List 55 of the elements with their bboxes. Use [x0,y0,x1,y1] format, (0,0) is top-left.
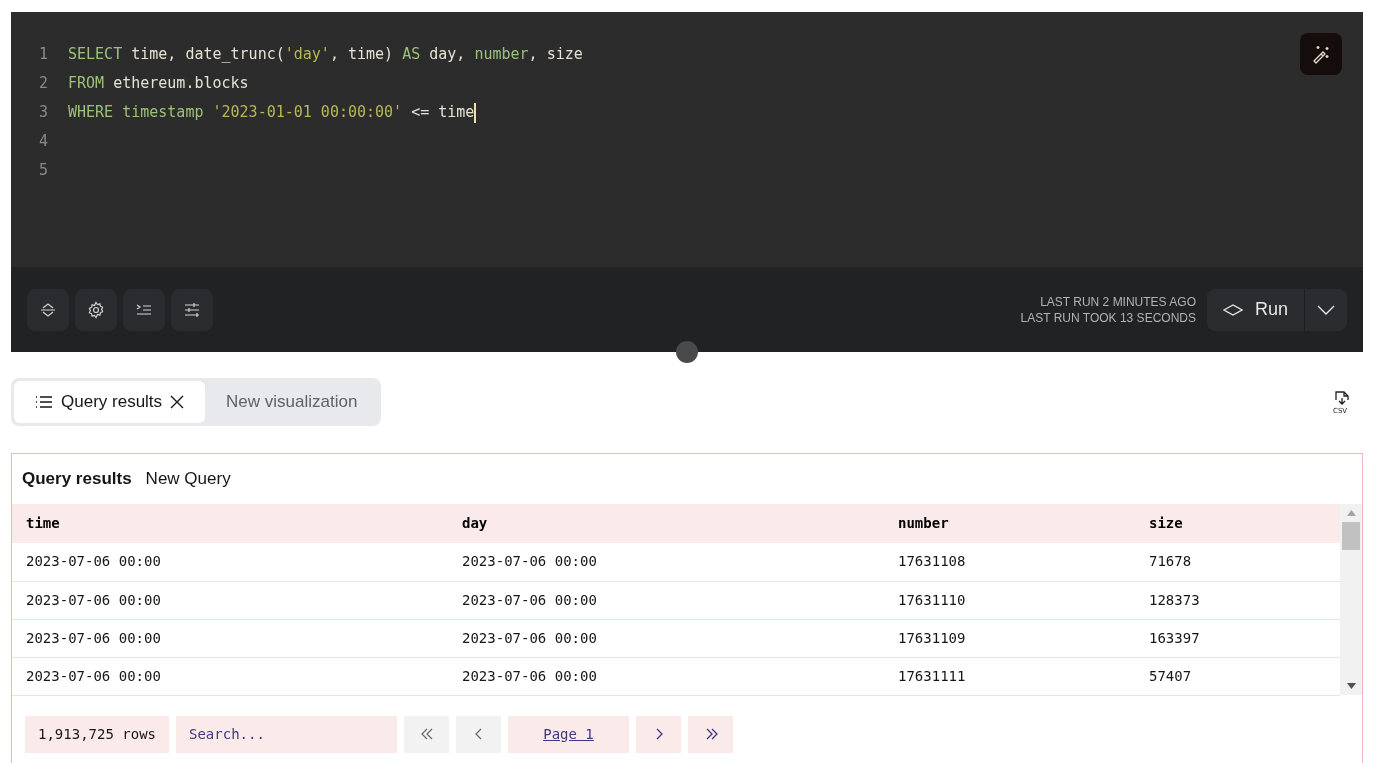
table-cell: 17631108 [884,543,1135,581]
table-cell: 2023-07-06 00:00 [448,543,884,581]
format-indent-button[interactable] [123,288,165,331]
table-cell: 2023-07-06 00:00 [12,581,448,619]
resize-handle[interactable] [676,341,698,363]
settings-button[interactable] [75,288,117,331]
tab[interactable]: Query results [14,381,206,423]
row-count: 1,913,725 rows [25,715,169,753]
table-cell: 163397 [1135,619,1340,657]
tab[interactable]: New visualization [205,381,379,423]
table-cell: 2023-07-06 00:00 [12,657,448,695]
run-status-text: LAST RUN TOOK 13 SECONDS [1020,309,1196,326]
table-cell: 2023-07-06 00:00 [12,543,448,581]
code-line: SELECT time, date_trunc('day', time) AS day, number, size [68,44,583,66]
table-cell: 17631111 [884,657,1135,695]
line-number: 5 [37,160,49,182]
column-header[interactable]: number [884,504,1135,543]
results-title: Query results [22,468,132,491]
settings-icon [87,300,105,319]
code-line: WHERE timestamp '2023-01-01 00:00:00' <= time [68,102,475,124]
scroll-down-icon[interactable] [1346,683,1356,689]
search-field[interactable]: Search... [176,715,397,753]
query-name: New Query [145,468,231,491]
scrollbar-thumb[interactable] [1342,522,1360,550]
sliders-button[interactable] [171,288,213,331]
table-cell: 2023-07-06 00:00 [448,619,884,657]
scroll-up-icon[interactable] [1346,510,1356,516]
column-header[interactable]: size [1135,504,1340,543]
table-cell: 17631109 [884,619,1135,657]
last-page-button[interactable] [688,715,733,753]
table-cell: 57407 [1135,657,1340,695]
table-cell: 71678 [1135,543,1340,581]
chevron-down-icon [1317,304,1335,315]
column-header[interactable]: time [12,504,448,543]
line-number: 4 [37,131,49,153]
close-icon[interactable] [170,395,185,409]
run-status-text: LAST RUN 2 MINUTES AGO [1040,293,1196,310]
table-cell: 128373 [1135,581,1340,619]
line-number: 2 [37,73,49,95]
diamond-icon [1222,303,1243,316]
line-number: 1 [37,44,49,66]
code-line: FROM ethereum.blocks [68,73,249,95]
table-cell: 2023-07-06 00:00 [448,657,884,695]
table-cell: 2023-07-06 00:00 [12,619,448,657]
magic-wand-icon [1311,44,1331,64]
sliders-icon [183,300,201,319]
table-cell: 17631110 [884,581,1135,619]
list-icon [35,395,53,409]
table-cell: 2023-07-06 00:00 [448,581,884,619]
scrollbar[interactable] [1340,504,1362,695]
expand-collapse-button[interactable] [27,288,69,331]
page-link[interactable]: Page 1 [508,715,629,753]
column-header[interactable]: day [448,504,884,543]
magic-wand-button[interactable] [1300,33,1342,75]
line-number: 3 [37,102,49,124]
